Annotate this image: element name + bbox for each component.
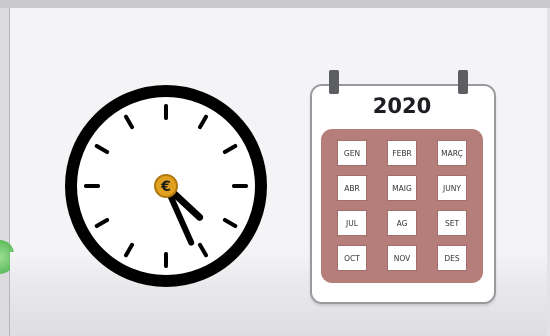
calendar-ring-right	[458, 70, 468, 94]
month-abr: ABR	[337, 175, 367, 201]
month-oct: OCT	[337, 245, 367, 271]
month-nov: NOV	[387, 245, 417, 271]
month-gen: GEN	[337, 140, 367, 166]
month-ag: AG	[387, 210, 417, 236]
month-febr: FEBR	[387, 140, 417, 166]
calendar-icon: 2020 GEN FEBR MARÇ ABR MAIG JUNY JUL AG …	[308, 70, 496, 304]
euro-symbol: €	[160, 179, 171, 195]
left-edge	[0, 8, 9, 336]
top-bar	[0, 0, 550, 8]
month-maig: MAIG	[387, 175, 417, 201]
month-des: DES	[437, 245, 467, 271]
month-grid: GEN FEBR MARÇ ABR MAIG JUNY JUL AG SET O…	[321, 129, 483, 283]
month-juny: JUNY	[437, 175, 467, 201]
calendar-year: 2020	[372, 94, 432, 118]
month-jul: JUL	[337, 210, 367, 236]
month-set: SET	[437, 210, 467, 236]
month-marc: MARÇ	[437, 140, 467, 166]
clock-icon: €	[65, 85, 267, 287]
calendar-ring-left	[329, 70, 339, 94]
